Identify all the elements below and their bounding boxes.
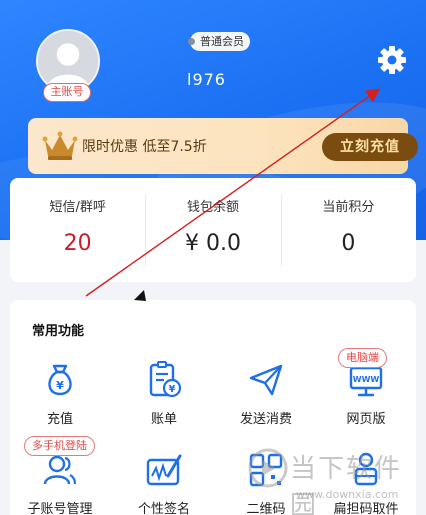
account-stats-card: 短信/群呼 20 钱包余额 ¥ 0.0 当前积分 0 (10, 178, 416, 282)
crown-icon (42, 131, 78, 160)
member-dot-icon (188, 38, 195, 45)
member-level-label: 普通会员 (200, 35, 244, 48)
stat-points[interactable]: 当前积分 0 (280, 178, 416, 282)
func-web-version[interactable]: WWW 网页版 (316, 360, 416, 427)
promo-text: 限时优惠 低至7.5折 (82, 139, 207, 155)
signature-icon (146, 454, 182, 486)
stat-label: 钱包余额 (186, 200, 239, 215)
watermark-text: 当下软件园 (290, 454, 403, 515)
stat-wallet-balance[interactable]: 钱包余额 ¥ 0.0 (145, 178, 280, 282)
func-send-consume[interactable]: 发送消费 (216, 360, 316, 427)
func-label: 充值 (46, 412, 73, 427)
watermark-url: www.downxia.com (296, 488, 399, 501)
bill-icon: ¥ (149, 361, 182, 398)
svg-text:¥: ¥ (169, 384, 176, 395)
func-label: 发送消费 (239, 412, 292, 427)
stat-label: 当前积分 (322, 200, 375, 215)
paper-plane-icon (249, 364, 283, 396)
func-label: 子账号管理 (27, 502, 93, 515)
stat-value: 0 (341, 231, 356, 256)
watermark-logo-icon (248, 448, 288, 488)
stat-sms-calls[interactable]: 短信/群呼 20 (10, 178, 145, 282)
watermark: 当下软件园 www.downxia.com (246, 446, 421, 515)
account-type-badge: 主账号 (43, 83, 91, 102)
stat-value: ¥ 0.0 (185, 231, 241, 256)
svg-text:¥: ¥ (56, 379, 64, 392)
users-icon (43, 455, 77, 485)
user-id: l976 (187, 70, 226, 89)
stat-value: 20 (63, 231, 92, 256)
func-sub-account[interactable]: 子账号管理 (10, 450, 110, 515)
func-signature[interactable]: 个性签名 (114, 450, 214, 515)
func-bill[interactable]: ¥ 账单 (114, 360, 214, 427)
recharge-now-button[interactable]: 立刻充值 (322, 133, 418, 161)
stat-label: 短信/群呼 (49, 200, 106, 215)
member-level-badge[interactable]: 普通会员 (188, 32, 250, 51)
func-label: 账单 (150, 412, 177, 427)
svg-text:WWW: WWW (353, 375, 380, 384)
multi-phone-tag: 多手机登陆 (24, 436, 95, 456)
gear-icon (378, 46, 406, 74)
desktop-tag: 电脑端 (338, 348, 387, 368)
default-avatar-icon (38, 31, 98, 91)
promo-banner: 限时优惠 低至7.5折 立刻充值 (28, 118, 418, 174)
func-label: 网页版 (346, 412, 386, 427)
func-label: 个性签名 (137, 502, 190, 515)
money-bag-icon: ¥ (48, 364, 72, 396)
settings-button[interactable] (376, 44, 408, 76)
section-title: 常用功能 (32, 324, 85, 339)
func-recharge[interactable]: ¥ 充值 (10, 360, 110, 427)
